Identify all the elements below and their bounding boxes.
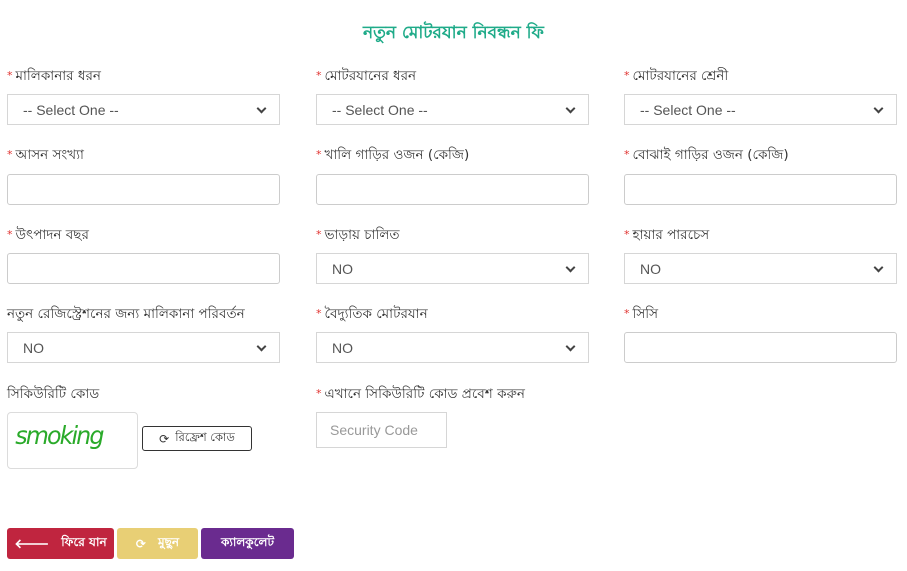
electric-vehicle-label: * বৈদ্যুতিক মোটরযান xyxy=(316,306,428,322)
vehicle-class-field: * মোটরযানের শ্রেনী -- Select One -- xyxy=(624,66,897,125)
security-code-field: * এখানে সিকিউরিটি কোড প্রবেশ করুন Securit… xyxy=(316,384,589,454)
required-marker: * xyxy=(316,387,322,400)
hired-field: * ভাড়ায় চালিত NO xyxy=(316,225,589,284)
required-marker: * xyxy=(624,307,630,320)
action-buttons: 🡐 ফিরে যান ⟳ মুছুন ক্যালকুলেট xyxy=(7,528,294,559)
laden-weight-input[interactable] xyxy=(624,174,897,205)
ownership-transfer-select[interactable]: NO xyxy=(7,332,280,363)
calculate-button[interactable]: ক্যালকুলেট xyxy=(201,528,294,559)
refresh-icon: ⟳ xyxy=(135,536,146,551)
unladen-weight-field: * খালি গাড়ির ওজন (কেজি) xyxy=(316,145,589,205)
hired-label: * ভাড়ায় চালিত xyxy=(316,227,400,243)
unladen-weight-label: * খালি গাড়ির ওজন (কেজি) xyxy=(316,147,470,163)
manufacture-year-input[interactable] xyxy=(7,253,280,284)
required-marker: * xyxy=(7,148,13,161)
vehicle-type-label: * মোটরযানের ধরন xyxy=(316,68,417,84)
manufacture-year-field: * উৎপাদন বছর xyxy=(7,225,280,284)
manufacture-year-label: * উৎপাদন বছর xyxy=(7,227,89,243)
required-marker: * xyxy=(7,69,13,82)
captcha-text: smoking xyxy=(15,421,104,450)
required-marker: * xyxy=(624,148,630,161)
chevron-down-icon xyxy=(566,105,576,115)
seat-count-label: * আসন সংখ্যা xyxy=(7,147,84,163)
ownership-type-label: * মালিকানার ধরন xyxy=(7,68,101,84)
hire-purchase-select[interactable]: NO xyxy=(624,253,897,284)
cc-input[interactable] xyxy=(624,332,897,363)
chevron-down-icon xyxy=(257,105,267,115)
page-title: নতুন মোটরযান নিবন্ধন ফি xyxy=(363,23,544,43)
chevron-down-icon xyxy=(874,105,884,115)
required-marker: * xyxy=(316,307,322,320)
captcha-label: সিকিউরিটি কোড xyxy=(7,386,100,402)
chevron-down-icon xyxy=(566,264,576,274)
clear-button[interactable]: ⟳ মুছুন xyxy=(117,528,198,559)
captcha-image: smoking xyxy=(7,412,138,469)
required-marker: * xyxy=(316,148,322,161)
laden-weight-label: * বোঝাই গাড়ির ওজন (কেজি) xyxy=(624,147,789,163)
captcha-field: সিকিউরিটি কোড smoking ⟳ রিফ্রেশ কোড xyxy=(7,384,280,474)
ownership-type-select[interactable]: -- Select One -- xyxy=(7,94,280,125)
refresh-code-button[interactable]: ⟳ রিফ্রেশ কোড xyxy=(142,426,252,451)
chevron-down-icon xyxy=(874,264,884,274)
security-code-input[interactable]: Security Code xyxy=(316,412,447,448)
arrow-left-icon: 🡐 xyxy=(14,536,50,552)
required-marker: * xyxy=(624,228,630,241)
hired-select[interactable]: NO xyxy=(316,253,589,284)
seat-count-field: * আসন সংখ্যা xyxy=(7,145,280,205)
ownership-transfer-field: নতুন রেজিস্ট্রেশনের জন্য মালিকানা পরিবর্… xyxy=(7,304,280,363)
ownership-transfer-label: নতুন রেজিস্ট্রেশনের জন্য মালিকানা পরিবর্… xyxy=(7,306,245,322)
vehicle-class-label: * মোটরযানের শ্রেনী xyxy=(624,68,729,84)
security-code-label: * এখানে সিকিউরিটি কোড প্রবেশ করুন xyxy=(316,386,525,402)
back-button[interactable]: 🡐 ফিরে যান xyxy=(7,528,114,559)
required-marker: * xyxy=(7,228,13,241)
chevron-down-icon xyxy=(257,343,267,353)
vehicle-type-select[interactable]: -- Select One -- xyxy=(316,94,589,125)
refresh-icon: ⟳ xyxy=(159,431,170,446)
vehicle-class-select[interactable]: -- Select One -- xyxy=(624,94,897,125)
required-marker: * xyxy=(624,69,630,82)
laden-weight-field: * বোঝাই গাড়ির ওজন (কেজি) xyxy=(624,145,897,205)
unladen-weight-input[interactable] xyxy=(316,174,589,205)
electric-vehicle-field: * বৈদ্যুতিক মোটরযান NO xyxy=(316,304,589,363)
ownership-type-field: * মালিকানার ধরন -- Select One -- xyxy=(7,66,280,125)
seat-count-input[interactable] xyxy=(7,174,280,205)
hire-purchase-field: * হায়ার পারচেস NO xyxy=(624,225,897,284)
required-marker: * xyxy=(316,228,322,241)
vehicle-type-field: * মোটরযানের ধরন -- Select One -- xyxy=(316,66,589,125)
hire-purchase-label: * হায়ার পারচেস xyxy=(624,227,710,243)
cc-label: * সিসি xyxy=(624,306,659,322)
required-marker: * xyxy=(316,69,322,82)
chevron-down-icon xyxy=(566,343,576,353)
electric-vehicle-select[interactable]: NO xyxy=(316,332,589,363)
cc-field: * সিসি xyxy=(624,304,897,363)
